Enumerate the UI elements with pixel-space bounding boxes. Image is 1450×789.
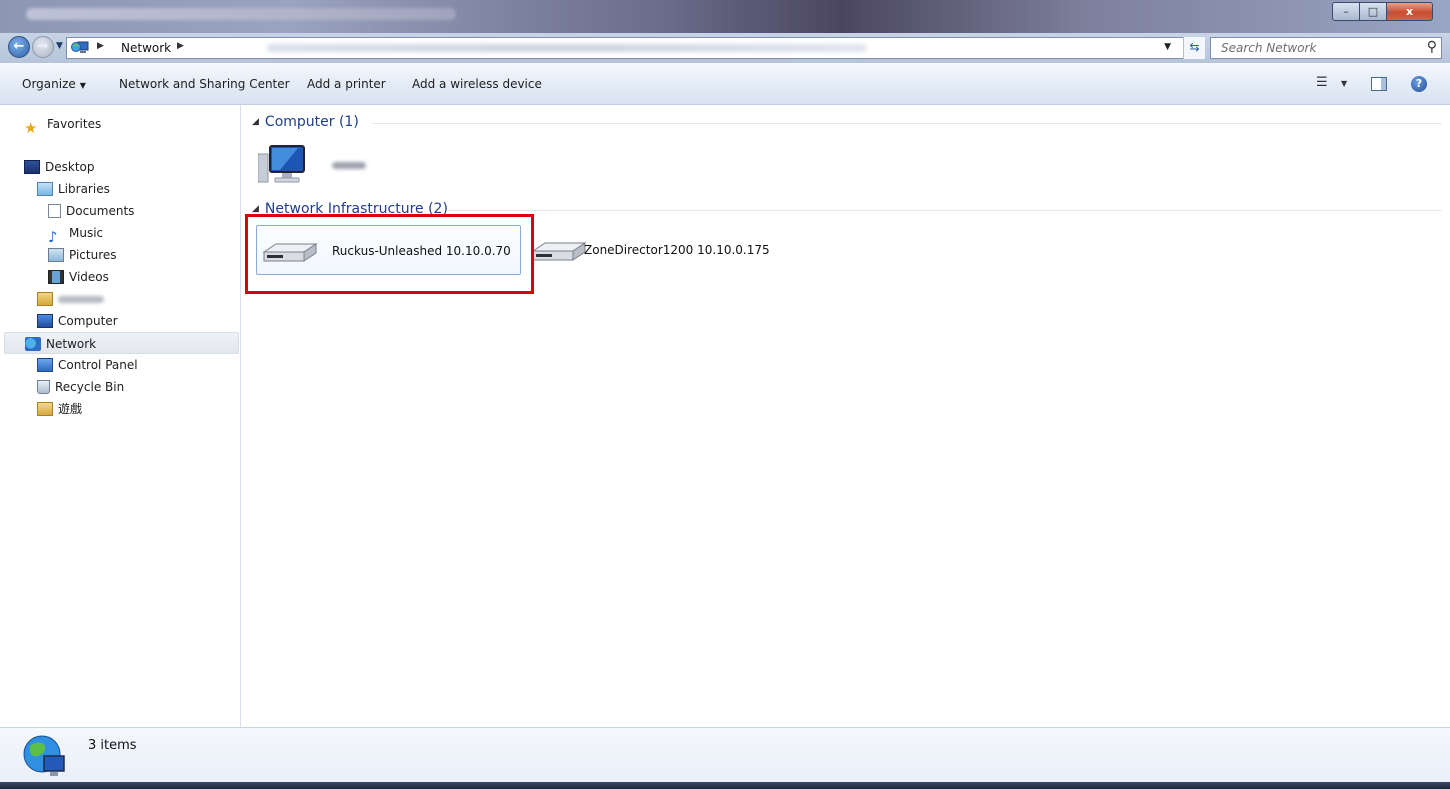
network-icon: [25, 336, 41, 351]
nav-music[interactable]: ♪ Music: [48, 222, 104, 246]
nav-videos-label: Videos: [69, 270, 109, 284]
nav-pictures-label: Pictures: [69, 248, 117, 262]
window-title-blurred: [26, 8, 456, 20]
chevron-down-icon: ▼: [79, 81, 86, 90]
network-icon: [71, 41, 89, 53]
breadcrumb-chevron-icon[interactable]: ▶: [177, 41, 184, 51]
details-pane: 3 items: [0, 727, 1450, 782]
address-history-dropdown-icon[interactable]: ▼: [1164, 42, 1171, 52]
control-panel-icon: [37, 357, 53, 372]
breadcrumb-network[interactable]: Network: [121, 41, 171, 55]
nav-pictures[interactable]: Pictures: [48, 244, 117, 266]
maximize-button[interactable]: □: [1359, 2, 1387, 21]
group-divider: [372, 123, 1442, 124]
breadcrumb-separator-icon[interactable]: ▶: [97, 41, 104, 51]
forward-button[interactable]: →: [32, 36, 54, 58]
highlight-annotation-box: [245, 214, 534, 294]
group-divider: [448, 210, 1442, 211]
nav-music-label: Music: [69, 226, 104, 240]
nav-desktop[interactable]: Desktop: [24, 156, 95, 178]
add-wireless-device-button[interactable]: Add a wireless device: [412, 77, 542, 91]
documents-icon: [48, 203, 61, 218]
command-bar: Organize ▼ Network and Sharing Center Add…: [0, 63, 1450, 105]
minimize-button[interactable]: –: [1332, 2, 1360, 21]
nav-control-panel[interactable]: Control Panel: [37, 354, 138, 376]
nav-libraries-label: Libraries: [58, 182, 110, 196]
nav-games-label: 遊戲: [58, 402, 83, 416]
organize-label: Organize: [22, 77, 76, 91]
address-bar[interactable]: ▶ Network ▶ ▼: [66, 37, 1202, 59]
nav-games[interactable]: 遊戲: [37, 398, 82, 420]
search-placeholder: Search Network: [1221, 41, 1317, 55]
nav-desktop-label: Desktop: [45, 160, 95, 174]
nav-favorites-label: Favorites: [47, 117, 102, 131]
address-row: ← → ▼ ▶ Network ▶ ▼ ⇆ Search Network ⚲: [0, 33, 1450, 63]
nav-documents-label: Documents: [66, 204, 135, 218]
computer-name-blurred: [332, 158, 366, 172]
content-pane[interactable]: ◢ Computer (1) ◢ Network Infrastructure (2…: [242, 105, 1450, 727]
navigation-pane[interactable]: ★ Favorites Desktop Libraries Documents ♪…: [0, 105, 241, 727]
organize-menu[interactable]: Organize ▼: [22, 77, 86, 91]
group-title-computer: Computer (1): [264, 114, 359, 130]
nav-computer-label: Computer: [58, 314, 118, 328]
title-bar[interactable]: – □ x: [0, 0, 1450, 33]
close-button[interactable]: x: [1386, 2, 1433, 21]
preview-pane-icon[interactable]: [1371, 77, 1387, 91]
nav-libraries[interactable]: Libraries: [37, 178, 110, 200]
view-options-dropdown-icon[interactable]: ▼: [1341, 79, 1347, 88]
nav-user-files[interactable]: [37, 288, 104, 310]
network-globe-icon: [23, 735, 65, 776]
nav-computer[interactable]: Computer: [37, 310, 118, 332]
search-input[interactable]: Search Network ⚲: [1210, 37, 1442, 59]
change-view-icon[interactable]: ☰: [1316, 75, 1328, 90]
nav-network-label: Network: [46, 337, 97, 351]
user-folder-icon: [37, 291, 53, 306]
collapse-triangle-icon[interactable]: ◢: [252, 204, 259, 214]
recent-pages-dropdown-icon[interactable]: ▼: [56, 41, 63, 51]
computer-icon: [37, 313, 53, 328]
address-blurred-region: [267, 44, 867, 52]
nav-favorites[interactable]: ★ Favorites: [24, 113, 102, 137]
nav-videos[interactable]: Videos: [48, 266, 109, 288]
desktop-icon: [24, 159, 40, 174]
nav-control-panel-label: Control Panel: [58, 358, 138, 372]
device-tile-zonedirector[interactable]: ZoneDirector1200 10.10.0.175: [526, 225, 826, 275]
computer-icon: [258, 145, 305, 183]
add-printer-button[interactable]: Add a printer: [307, 77, 386, 91]
recycle-bin-icon: [37, 379, 50, 394]
group-header-computer[interactable]: ◢ Computer (1): [252, 114, 359, 130]
nav-documents[interactable]: Documents: [48, 200, 134, 222]
pictures-icon: [48, 247, 64, 262]
device-label-zonedirector: ZoneDirector1200 10.10.0.175: [584, 243, 770, 257]
router-icon: [531, 242, 587, 261]
explorer-window: – □ x ← → ▼ ▶ Network ▶ ▼ ⇆ Search Netwo…: [0, 0, 1450, 789]
videos-icon: [48, 269, 64, 284]
search-icon[interactable]: ⚲: [1427, 39, 1437, 55]
taskbar: [0, 782, 1450, 789]
item-count: 3 items: [88, 738, 137, 753]
star-icon: ★: [24, 118, 38, 137]
refresh-icon[interactable]: ⇆: [1183, 37, 1205, 59]
nav-network[interactable]: Network: [4, 332, 239, 354]
collapse-triangle-icon[interactable]: ◢: [252, 117, 259, 127]
nav-recycle-bin-label: Recycle Bin: [55, 380, 125, 394]
music-icon: ♪: [48, 227, 58, 246]
network-sharing-center-button[interactable]: Network and Sharing Center: [119, 77, 290, 91]
computer-tile[interactable]: [256, 139, 456, 189]
folder-icon: [37, 401, 53, 416]
nav-recycle-bin[interactable]: Recycle Bin: [37, 376, 124, 398]
help-icon[interactable]: ?: [1411, 76, 1427, 92]
libraries-icon: [37, 181, 53, 196]
nav-user-files-label-blurred: [58, 296, 104, 303]
back-button[interactable]: ←: [8, 36, 30, 58]
